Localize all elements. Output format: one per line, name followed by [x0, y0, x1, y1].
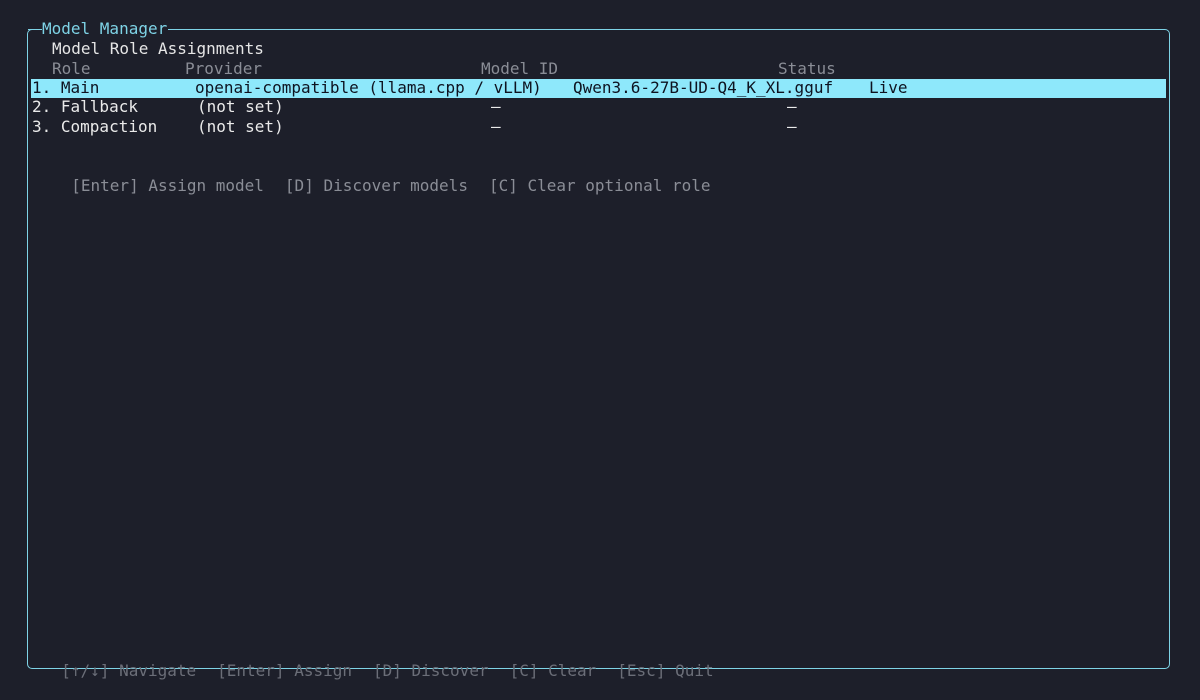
column-header-status: Status — [778, 59, 836, 78]
row-fallback-role[interactable]: 2. Fallback — [32, 97, 138, 117]
footer-clear[interactable]: [C] Clear — [510, 661, 597, 680]
row-main-status: Live — [869, 78, 908, 97]
footer-keybar: [↑/↓] Navigate [Enter] Assign [D] Discover… — [42, 641, 713, 680]
footer-navigate[interactable]: [↑/↓] Navigate — [61, 661, 196, 680]
row-fallback-status: — — [787, 97, 797, 116]
panel-border-cap — [28, 29, 42, 30]
row-fallback-provider: (not set) — [197, 97, 284, 116]
row-compaction-status: — — [787, 117, 797, 136]
row-compaction-provider: (not set) — [197, 117, 284, 136]
help-assign-model[interactable]: [Enter] Assign model — [71, 176, 264, 195]
help-line: [Enter] Assign model [D] Discover models [… — [52, 156, 710, 195]
row-main-model-id: Qwen3.6-27B-UD-Q4_K_XL.gguf — [573, 78, 834, 97]
footer-quit[interactable]: [Esc] Quit — [617, 661, 713, 680]
row-fallback-model-id: — — [491, 97, 501, 116]
row-compaction-role[interactable]: 3. Compaction — [32, 117, 157, 137]
section-title: Model Role Assignments — [52, 39, 264, 58]
column-header-model-id: Model ID — [481, 59, 559, 78]
help-discover-models[interactable]: [D] Discover models — [285, 176, 468, 195]
panel-title: Model Manager — [42, 19, 169, 39]
help-clear-optional-role[interactable]: [C] Clear optional role — [489, 176, 711, 195]
column-header-provider: Provider — [185, 59, 263, 78]
row-compaction-model-id: — — [491, 117, 501, 136]
row-main-provider: openai-compatible (llama.cpp / vLLM) — [195, 78, 542, 97]
column-header-role: Role — [52, 59, 91, 78]
footer-assign[interactable]: [Enter] Assign — [217, 661, 352, 680]
row-main-role: 1. Main — [32, 78, 100, 97]
footer-discover[interactable]: [D] Discover — [373, 661, 489, 680]
